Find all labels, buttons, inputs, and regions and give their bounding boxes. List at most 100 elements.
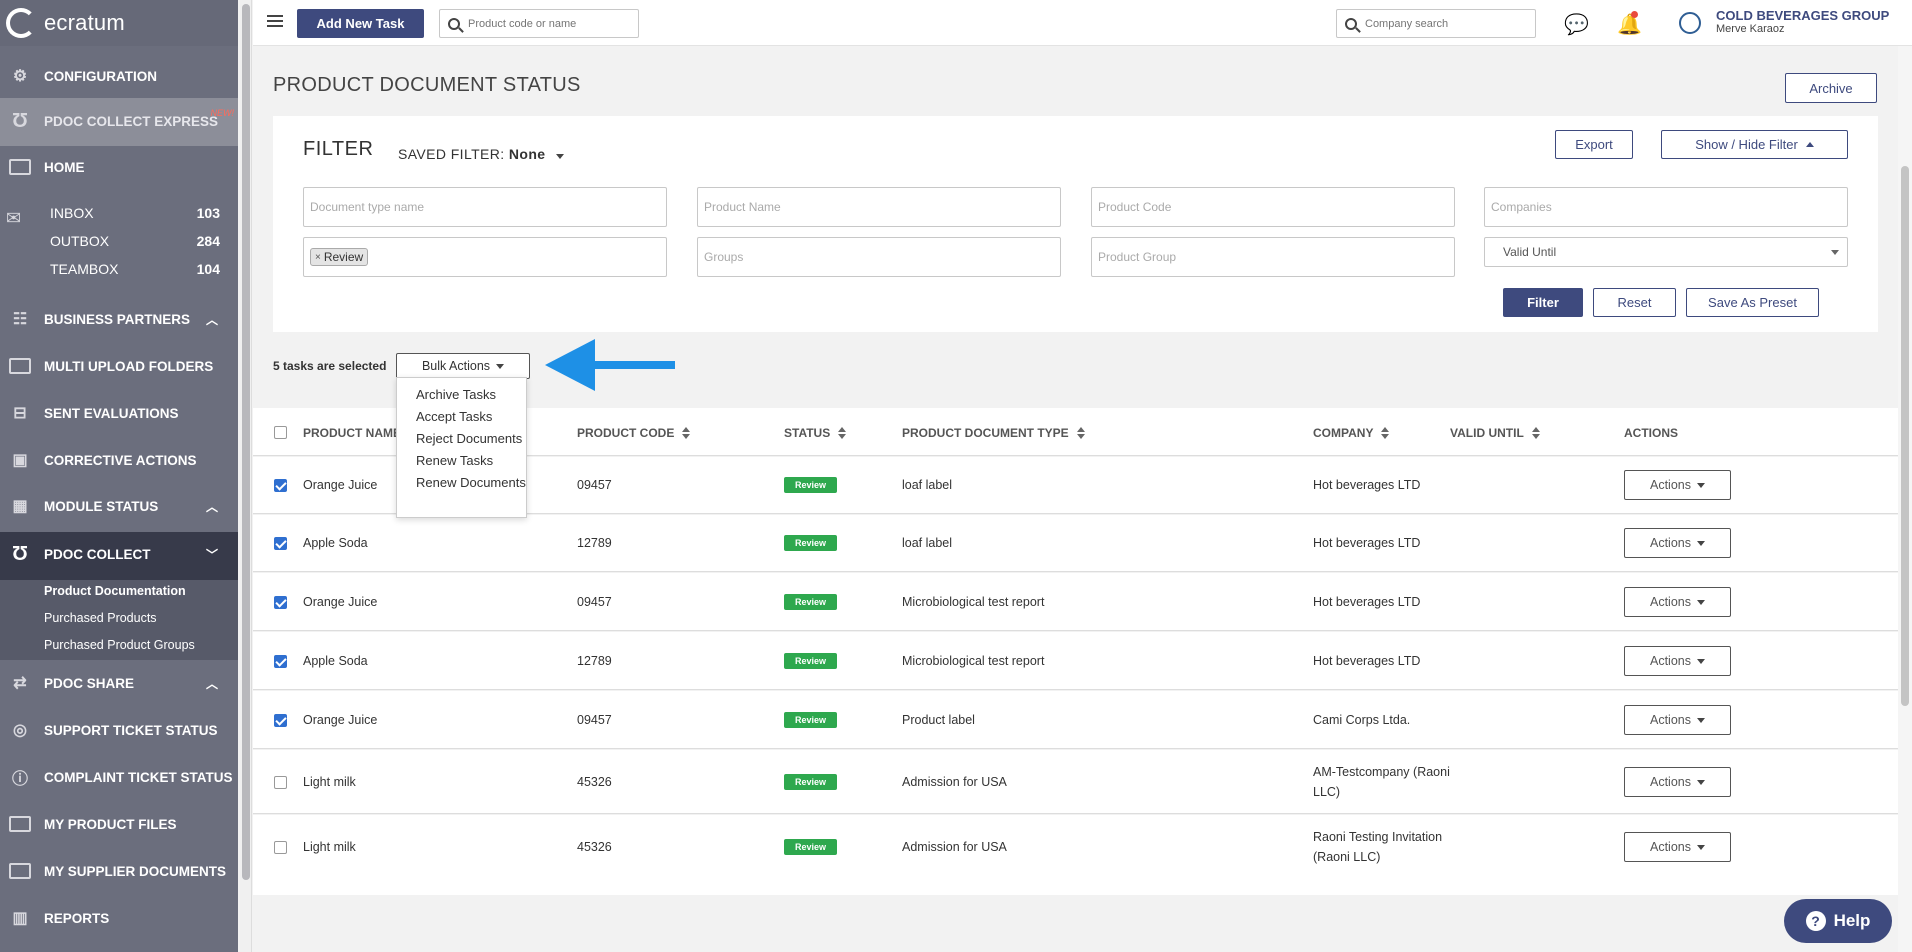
menu-item-archive-tasks[interactable]: Archive Tasks xyxy=(397,384,526,405)
chevron-up-icon: ︿ xyxy=(205,676,218,691)
caret-down-icon xyxy=(1697,717,1705,723)
user-name: Merve Karaoz xyxy=(1716,23,1785,35)
col-document-type[interactable]: PRODUCT DOCUMENT TYPE xyxy=(902,426,1085,440)
caret-down-icon xyxy=(1697,658,1705,664)
sidebar-subitem-product-documentation[interactable]: Product Documentation xyxy=(44,584,186,598)
sidebar-item-corrective-actions[interactable]: ▣ CORRECTIVE ACTIONS xyxy=(0,447,238,473)
caret-down-icon xyxy=(1697,540,1705,546)
col-product-name[interactable]: PRODUCT NAME xyxy=(303,426,401,440)
menu-item-renew-tasks[interactable]: Renew Tasks xyxy=(397,450,526,471)
bell-icon[interactable]: 🔔 xyxy=(1617,12,1642,37)
sidebar-item-configuration[interactable]: ⚙ CONFIGURATION xyxy=(0,63,238,89)
col-valid-until[interactable]: VALID UNTIL xyxy=(1450,426,1540,440)
table-row[interactable]: Orange Juice 09457 Review Microbiologica… xyxy=(253,573,1898,631)
sidebar-item-multi-upload-folders[interactable]: MULTI UPLOAD FOLDERS xyxy=(0,353,238,379)
sidebar-item-my-product-files[interactable]: MY PRODUCT FILES xyxy=(0,811,238,837)
bulk-actions-button[interactable]: Bulk Actions xyxy=(396,353,530,379)
page-title: PRODUCT DOCUMENT STATUS xyxy=(273,74,581,96)
actions-label: Actions xyxy=(1650,775,1691,789)
product-name-field[interactable]: Product Name xyxy=(697,187,1061,227)
export-button[interactable]: Export xyxy=(1555,130,1633,159)
menu-item-reject-documents[interactable]: Reject Documents xyxy=(397,428,526,449)
brand-logo[interactable]: ecratum xyxy=(0,0,238,46)
menu-item-accept-tasks[interactable]: Accept Tasks xyxy=(397,406,526,427)
col-product-code[interactable]: PRODUCT CODE xyxy=(577,426,691,440)
row-checkbox[interactable] xyxy=(274,655,287,668)
company-name: COLD BEVERAGES GROUP xyxy=(1716,8,1890,23)
document-type-field[interactable]: Document type name xyxy=(303,187,667,227)
col-company[interactable]: COMPANY xyxy=(1313,426,1390,440)
actions-label: Actions xyxy=(1650,840,1691,854)
status-tag-field[interactable]: × Review xyxy=(303,237,667,277)
saved-filter-dropdown[interactable]: SAVED FILTER: None xyxy=(398,146,564,162)
sidebar-item-home[interactable]: HOME xyxy=(0,154,238,180)
remove-tag-icon[interactable]: × xyxy=(315,252,321,263)
sidebar-item-pdoc-share[interactable]: ⇄ PDOC SHARE ︿ xyxy=(0,670,238,696)
table-row[interactable]: Apple Soda 12789 Review loaf label Hot b… xyxy=(253,515,1898,572)
select-all-checkbox[interactable] xyxy=(274,426,287,439)
scrollbar-thumb[interactable] xyxy=(1901,166,1909,706)
product-code-field[interactable]: Product Code xyxy=(1091,187,1455,227)
cell-company-line1: AM-Testcompany (Raoni xyxy=(1313,765,1450,779)
row-checkbox[interactable] xyxy=(274,537,287,550)
product-group-field[interactable]: Product Group xyxy=(1091,237,1455,277)
chat-icon[interactable]: 💬 xyxy=(1564,12,1589,37)
sidebar-item-business-partners[interactable]: ☷ BUSINESS PARTNERS ︿ xyxy=(0,306,238,332)
filter-button[interactable]: Filter xyxy=(1503,288,1583,317)
sidebar-item-reports[interactable]: ▥ REPORTS xyxy=(0,905,238,931)
show-hide-filter-button[interactable]: Show / Hide Filter xyxy=(1661,130,1848,159)
row-checkbox[interactable] xyxy=(274,776,287,789)
sidebar-item-label: CORRECTIVE ACTIONS xyxy=(44,452,197,468)
sidebar-item-inbox[interactable]: INBOX 103 xyxy=(50,205,220,221)
row-checkbox[interactable] xyxy=(274,841,287,854)
save-as-preset-button[interactable]: Save As Preset xyxy=(1686,288,1819,317)
caret-down-icon xyxy=(1831,250,1839,255)
sidebar-item-pdoc-collect-express[interactable]: Ʊ PDOC COLLECT EXPRESS xyxy=(0,108,238,134)
row-actions-button[interactable]: Actions xyxy=(1624,528,1731,558)
menu-item-renew-documents[interactable]: Renew Documents xyxy=(397,472,526,493)
table-row[interactable]: Orange Juice 09457 Review Product label … xyxy=(253,691,1898,749)
reset-button[interactable]: Reset xyxy=(1593,288,1676,317)
caret-down-icon xyxy=(555,154,564,159)
table-row[interactable]: Light milk 45326 Review Admission for US… xyxy=(253,750,1898,814)
sidebar-subitem-purchased-product-groups[interactable]: Purchased Product Groups xyxy=(44,638,195,652)
row-checkbox[interactable] xyxy=(274,596,287,609)
sidebar-item-sent-evaluations[interactable]: ⊟ SENT EVALUATIONS xyxy=(0,400,238,426)
row-actions-button[interactable]: Actions xyxy=(1624,767,1731,797)
row-actions-button[interactable]: Actions xyxy=(1624,587,1731,617)
caret-down-icon xyxy=(1697,844,1705,850)
companies-field[interactable]: Companies xyxy=(1484,187,1848,227)
groups-field[interactable]: Groups xyxy=(697,237,1061,277)
sidebar-subitem-purchased-products[interactable]: Purchased Products xyxy=(44,611,157,625)
sort-icon xyxy=(1381,427,1390,439)
sidebar-item-my-supplier-documents[interactable]: MY SUPPLIER DOCUMENTS xyxy=(0,858,238,884)
scrollbar-thumb[interactable] xyxy=(242,4,250,880)
company-switcher[interactable]: COLD BEVERAGES GROUP Merve Karaoz xyxy=(1716,8,1889,35)
sidebar-item-support-ticket-status[interactable]: ◎ SUPPORT TICKET STATUS xyxy=(0,717,238,743)
table-row[interactable]: Apple Soda 12789 Review Microbiological … xyxy=(253,632,1898,690)
add-new-task-button[interactable]: Add New Task xyxy=(297,9,424,38)
col-status[interactable]: STATUS xyxy=(784,426,847,440)
row-checkbox[interactable] xyxy=(274,479,287,492)
menu-toggle-icon[interactable] xyxy=(267,15,283,29)
inbox-label: INBOX xyxy=(50,205,94,221)
cell-product-name: Apple Soda xyxy=(303,536,368,550)
sidebar-item-complaint-ticket-status[interactable]: ⓘ COMPLAINT TICKET STATUS xyxy=(0,764,238,790)
row-actions-button[interactable]: Actions xyxy=(1624,470,1731,500)
table-row[interactable]: Light milk 45326 Review Admission for US… xyxy=(253,815,1898,895)
sidebar-scrollbar[interactable] xyxy=(240,0,252,952)
main-scrollbar[interactable] xyxy=(1898,46,1912,952)
product-search-input[interactable] xyxy=(468,17,627,30)
row-actions-button[interactable]: Actions xyxy=(1624,832,1731,862)
sidebar-item-outbox[interactable]: OUTBOX 284 xyxy=(50,233,220,249)
archive-button[interactable]: Archive xyxy=(1785,73,1877,103)
company-search-input[interactable] xyxy=(1365,17,1524,30)
row-actions-button[interactable]: Actions xyxy=(1624,646,1731,676)
valid-until-select[interactable]: Valid Until xyxy=(1484,237,1848,267)
row-checkbox[interactable] xyxy=(274,714,287,727)
sidebar-item-pdoc-collect[interactable]: Ʊ PDOC COLLECT ﹀ xyxy=(0,541,238,567)
sidebar-item-module-status[interactable]: ▦ MODULE STATUS ︿ xyxy=(0,493,238,519)
help-button[interactable]: ? Help xyxy=(1784,899,1892,943)
sidebar-item-teambox[interactable]: TEAMBOX 104 xyxy=(50,261,220,277)
row-actions-button[interactable]: Actions xyxy=(1624,705,1731,735)
